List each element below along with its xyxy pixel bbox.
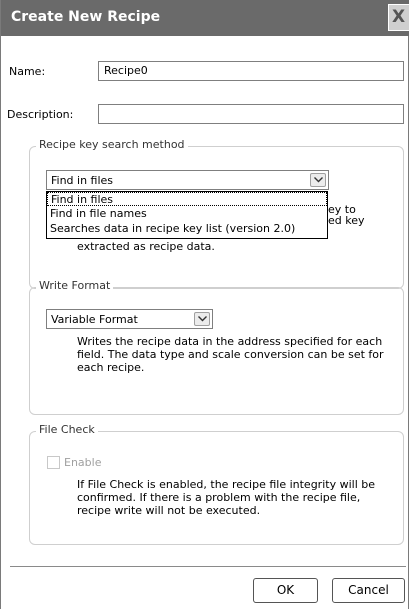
recipe-key-desc-fragment-3: extracted as recipe data. bbox=[77, 240, 215, 253]
close-icon: X bbox=[392, 7, 406, 27]
recipe-key-search-combo[interactable]: Find in files bbox=[46, 170, 329, 190]
create-new-recipe-dialog: Create New Recipe X Name: Recipe0 Descri… bbox=[0, 0, 409, 609]
name-input[interactable]: Recipe0 bbox=[98, 61, 404, 81]
description-label: Description: bbox=[7, 108, 74, 121]
dropdown-option[interactable]: Searches data in recipe key list (versio… bbox=[47, 222, 327, 236]
write-format-description: Writes the recipe data in the address sp… bbox=[77, 335, 384, 374]
recipe-key-search-value: Find in files bbox=[51, 174, 114, 187]
title-bar[interactable]: Create New Recipe X bbox=[1, 0, 409, 36]
recipe-key-search-legend: Recipe key search method bbox=[36, 138, 188, 151]
write-format-value: Variable Format bbox=[51, 313, 138, 326]
file-check-legend: File Check bbox=[36, 423, 98, 436]
description-input[interactable] bbox=[98, 104, 404, 124]
dropdown-option[interactable]: Find in file names bbox=[47, 207, 327, 221]
close-button[interactable]: X bbox=[388, 4, 409, 31]
enable-checkbox[interactable] bbox=[47, 456, 60, 469]
chevron-down-icon[interactable] bbox=[310, 173, 326, 187]
separator bbox=[10, 566, 406, 567]
ok-button[interactable]: OK bbox=[253, 578, 318, 603]
cancel-button[interactable]: Cancel bbox=[332, 578, 405, 603]
write-format-combo[interactable]: Variable Format bbox=[46, 309, 213, 329]
recipe-key-desc-fragment-2: ed key bbox=[328, 214, 365, 227]
enable-checkbox-label: Enable bbox=[64, 456, 102, 469]
dropdown-option[interactable]: Find in files bbox=[47, 192, 327, 206]
recipe-key-dropdown-list: Find in files Find in file names Searche… bbox=[46, 191, 328, 239]
chevron-down-icon[interactable] bbox=[194, 312, 210, 326]
window-title: Create New Recipe bbox=[11, 9, 161, 25]
name-label: Name: bbox=[9, 65, 46, 78]
file-check-description: If File Check is enabled, the recipe fil… bbox=[77, 478, 375, 517]
write-format-legend: Write Format bbox=[36, 279, 114, 292]
